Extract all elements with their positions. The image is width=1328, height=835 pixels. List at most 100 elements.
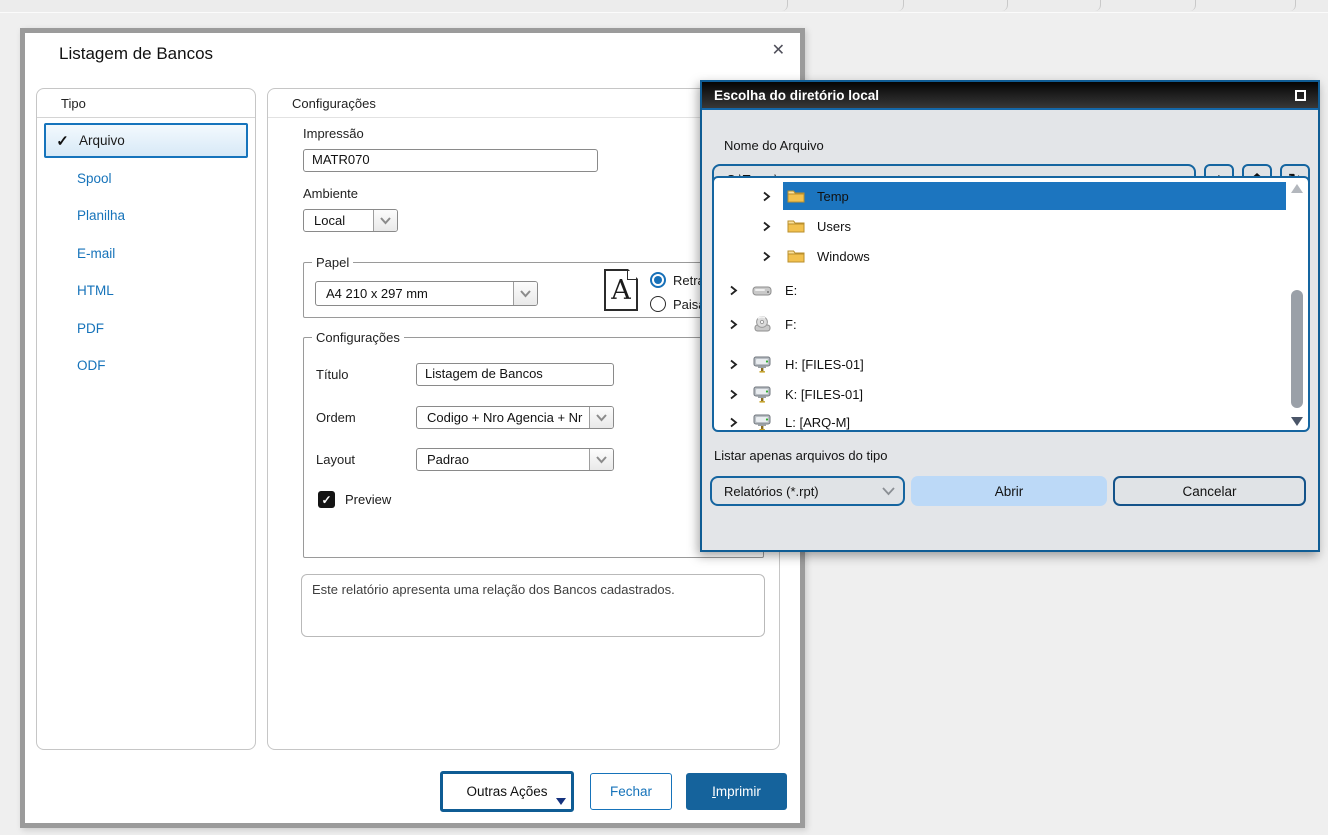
folder-icon [787, 219, 805, 233]
sidebar-item-label: PDF [77, 321, 104, 336]
folder-icon [787, 189, 805, 203]
papel-legend: Papel [312, 255, 353, 270]
tree-row-label: F: [785, 317, 797, 332]
outras-acoes-button[interactable]: Outras Ações [440, 771, 574, 812]
report-description: Este relatório apresenta uma relação dos… [301, 574, 765, 637]
sidebar-item-spool[interactable]: Spool [44, 161, 248, 196]
titulo-label: Título [316, 367, 349, 382]
file-dialog-titlebar[interactable]: Escolha do diretório local [702, 82, 1318, 110]
papel-group: Papel A4 210 x 297 mm A Retrato Paisagem [303, 255, 764, 318]
listagem-de-bancos-dialog: Listagem de Bancos ✕ Tipo ✓ Arquivo Spoo… [20, 28, 805, 828]
layout-label: Layout [316, 452, 355, 467]
radio-icon [650, 272, 666, 288]
chevron-down-icon [589, 449, 613, 470]
sidebar-item-label: HTML [77, 283, 114, 298]
folder-icon [787, 249, 805, 263]
ambiente-label: Ambiente [303, 186, 358, 201]
chevron-right-icon[interactable] [729, 389, 738, 400]
abrir-label: Abrir [995, 484, 1024, 499]
check-icon: ✓ [46, 132, 79, 150]
tree-row-drive-k[interactable]: K: [FILES-01] [714, 380, 1308, 408]
chevron-right-icon[interactable] [729, 285, 738, 296]
tree-row-users[interactable]: Users [714, 212, 1308, 240]
layout-select[interactable]: Padrao [416, 448, 614, 471]
tree-row-label: K: [FILES-01] [785, 387, 863, 402]
impressao-input[interactable]: MATR070 [303, 149, 598, 172]
checkbox-check-icon: ✓ [318, 491, 335, 508]
tree-row-label: H: [FILES-01] [785, 357, 864, 372]
layout-value: Padrao [417, 449, 589, 470]
tree-row-label: L: [ARQ-M] [785, 415, 850, 430]
configuracoes-group: Configurações Título Listagem de Bancos … [303, 330, 764, 558]
tab-separator [1002, 0, 1008, 11]
sidebar-item-label: Arquivo [79, 133, 125, 148]
scroll-down-icon[interactable] [1291, 417, 1303, 426]
tree-row-drive-e[interactable]: E: [714, 276, 1308, 304]
tab-separator [1190, 0, 1196, 11]
imprimir-button[interactable]: Imprimir [686, 773, 787, 810]
nome-arquivo-label: Nome do Arquivo [724, 138, 824, 153]
tab-separator [1095, 0, 1101, 11]
browser-tab-strip [0, 0, 1328, 13]
tree-row-drive-l[interactable]: L: [ARQ-M] [714, 408, 1308, 432]
chevron-right-icon[interactable] [762, 221, 771, 232]
chevron-down-icon [589, 407, 613, 428]
tree-row-label: Windows [817, 249, 870, 264]
scroll-up-icon[interactable] [1291, 184, 1303, 193]
tipo-panel-header: Tipo [37, 89, 255, 118]
ambiente-select[interactable]: Local [303, 209, 398, 232]
chevron-right-icon[interactable] [729, 359, 738, 370]
tree-row-drive-h[interactable]: H: [FILES-01] [714, 350, 1308, 378]
sidebar-item-label: E-mail [77, 246, 115, 261]
tree-scrollbar[interactable] [1290, 182, 1304, 428]
configuracoes-legend: Configurações [312, 330, 404, 345]
network-drive-icon [752, 414, 772, 431]
sidebar-item-email[interactable]: E-mail [44, 236, 248, 271]
scrollbar-thumb[interactable] [1291, 290, 1303, 408]
page-fold [628, 269, 638, 279]
cancelar-button[interactable]: Cancelar [1113, 476, 1306, 506]
sidebar-item-odf[interactable]: ODF [44, 348, 248, 383]
dialog-title: Listagem de Bancos [59, 44, 213, 64]
papel-size-value: A4 210 x 297 mm [316, 282, 513, 305]
abrir-button[interactable]: Abrir [911, 476, 1107, 506]
tree-row-windows[interactable]: Windows [714, 242, 1308, 270]
portrait-page-icon: A [604, 269, 638, 311]
chevron-right-icon[interactable] [729, 417, 738, 428]
chevron-right-icon[interactable] [729, 319, 738, 330]
file-type-select[interactable]: Relatórios (*.rpt) [710, 476, 905, 506]
tree-row-temp[interactable]: Temp [714, 182, 1308, 210]
chevron-down-icon [373, 210, 397, 231]
tree-row-drive-f[interactable]: F: [714, 310, 1308, 338]
radio-icon [650, 296, 666, 312]
papel-size-select[interactable]: A4 210 x 297 mm [315, 281, 538, 306]
sidebar-item-arquivo[interactable]: ✓ Arquivo [44, 123, 248, 158]
titulo-input[interactable]: Listagem de Bancos [416, 363, 614, 386]
chevron-down-icon [873, 487, 903, 496]
ambiente-value: Local [304, 210, 373, 231]
sidebar-item-label: ODF [77, 358, 106, 373]
tree-row-label: E: [785, 283, 797, 298]
tab-separator [782, 0, 788, 11]
dropdown-triangle-icon [556, 798, 566, 805]
selection-highlight [783, 182, 1286, 210]
impressao-label: Impressão [303, 126, 364, 141]
sidebar-item-pdf[interactable]: PDF [44, 311, 248, 346]
file-type-value: Relatórios (*.rpt) [712, 484, 873, 499]
cdrom-drive-icon [752, 316, 772, 333]
fechar-label: Fechar [610, 784, 652, 799]
preview-checkbox[interactable]: ✓ Preview [318, 491, 391, 508]
sidebar-item-label: Planilha [77, 208, 125, 223]
close-icon[interactable]: ✕ [772, 40, 785, 60]
chevron-right-icon[interactable] [762, 251, 771, 262]
maximize-icon[interactable] [1295, 90, 1306, 101]
outras-acoes-label: Outras Ações [466, 784, 547, 799]
sidebar-item-planilha[interactable]: Planilha [44, 198, 248, 233]
imprimir-label: Imprimir [712, 784, 761, 799]
sidebar-item-html[interactable]: HTML [44, 273, 248, 308]
ordem-select[interactable]: Codigo + Nro Agencia + Nr [416, 406, 614, 429]
chevron-right-icon[interactable] [762, 191, 771, 202]
page-icon-letter: A [611, 275, 631, 306]
filter-label: Listar apenas arquivos do tipo [714, 448, 887, 463]
fechar-button[interactable]: Fechar [590, 773, 672, 810]
